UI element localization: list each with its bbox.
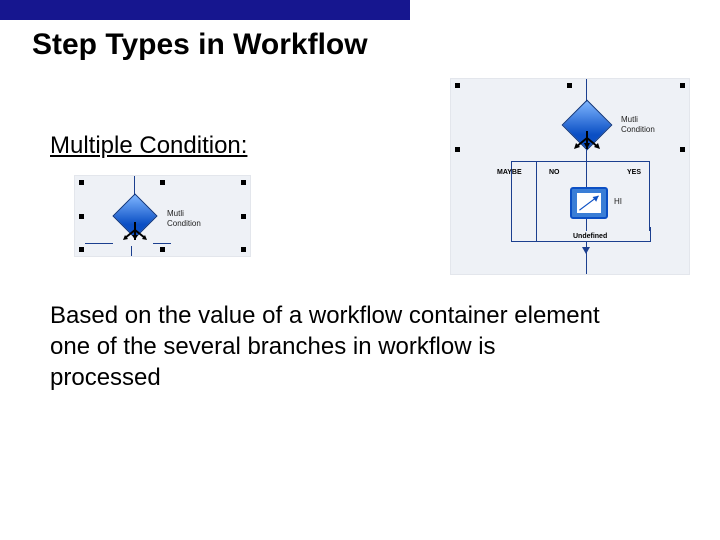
task-label: HI (614, 197, 622, 206)
branch-arrows-icon (574, 131, 600, 149)
diagram-multi-condition-small: Mutli Condition (74, 175, 251, 257)
branch-left2-line (536, 161, 537, 231)
branch-arrows-icon (123, 222, 147, 240)
branch-stub-mid (131, 246, 132, 256)
node-label: Mutli Condition (621, 115, 655, 134)
node-label-line1: Mutli (167, 209, 201, 219)
join-label: Undefined (573, 233, 607, 240)
task-node (570, 187, 608, 219)
branch-label-left: MAYBE (497, 169, 522, 176)
body-paragraph: Based on the value of a workflow contain… (50, 300, 610, 394)
diagram-multi-condition-large: Mutli Condition MAYBE NO YES HI Undefine… (450, 78, 690, 275)
page-title: Step Types in Workflow (32, 28, 368, 62)
node-label-line2: Condition (621, 125, 655, 135)
arrow-down-icon (582, 247, 590, 254)
branch-left-line (511, 179, 512, 231)
branch-stub-right (153, 243, 171, 244)
connector-out (586, 241, 587, 274)
branch-label-mid: NO (549, 169, 560, 176)
node-label-line1: Mutli (621, 115, 655, 125)
node-label-line2: Condition (167, 219, 201, 229)
branch-right-line (649, 179, 650, 231)
join-inner-line (536, 231, 537, 241)
node-label: Mutli Condition (167, 209, 201, 228)
section-subtitle: Multiple Condition: (50, 132, 247, 160)
header-accent-bar (0, 0, 410, 20)
branch-mid-connector (586, 149, 587, 187)
branch-label-right: YES (627, 169, 641, 176)
branch-stub-left (85, 243, 113, 244)
task-node-icon (577, 193, 601, 213)
